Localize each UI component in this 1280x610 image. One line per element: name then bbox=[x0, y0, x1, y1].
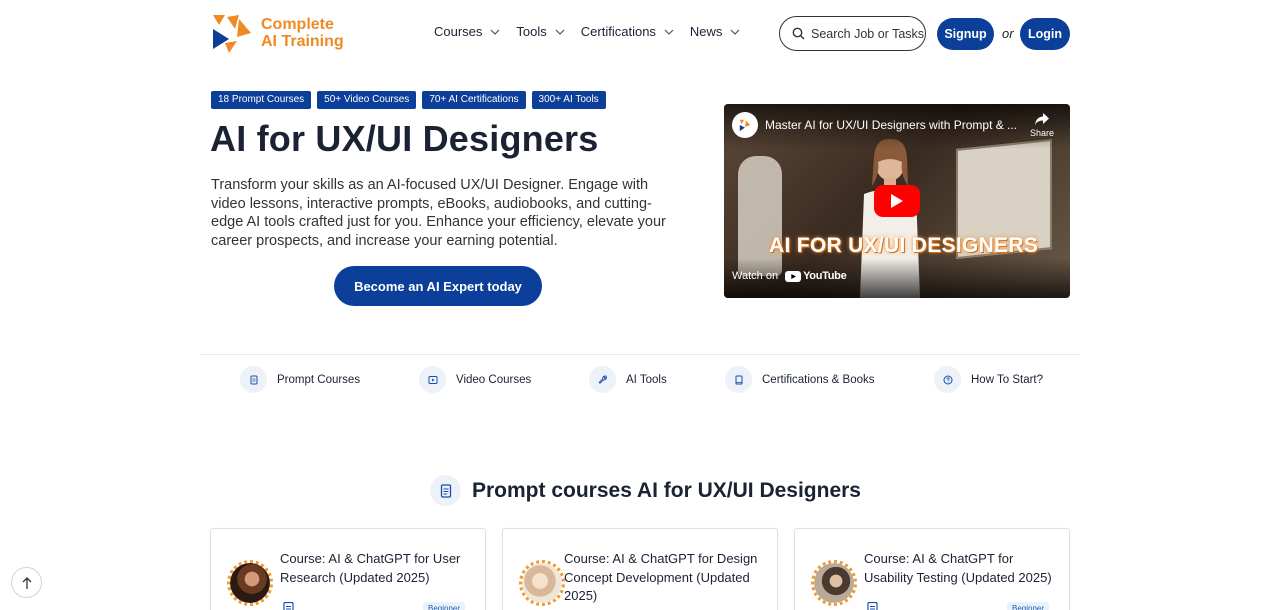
prompt-courses-heading: Prompt courses AI for UX/UI Designers bbox=[430, 475, 861, 506]
quicklink-icon-wrap bbox=[589, 366, 616, 393]
chevron-down-icon bbox=[555, 29, 565, 35]
or-separator: or bbox=[1002, 26, 1014, 41]
wrench-icon bbox=[598, 375, 607, 384]
nav-item-news[interactable]: News bbox=[690, 24, 741, 39]
course-avatar-image bbox=[814, 563, 854, 603]
brand-line-1: Complete bbox=[261, 16, 334, 33]
quicklink-ai-tools[interactable]: AI Tools bbox=[589, 366, 667, 393]
badge-ai-certifications[interactable]: 70+ AI Certifications bbox=[422, 91, 526, 109]
watch-on-youtube[interactable]: Watch on YouTube bbox=[732, 270, 847, 282]
document-icon bbox=[440, 483, 451, 498]
hero-description: Transform your skills as an AI-focused U… bbox=[211, 177, 666, 249]
quicklink-label: AI Tools bbox=[626, 373, 667, 386]
course-title[interactable]: Course: AI & ChatGPT for Design Concept … bbox=[564, 550, 759, 606]
section-icon-wrap bbox=[430, 475, 461, 506]
quicklink-icon-wrap bbox=[419, 366, 446, 393]
course-avatar-image bbox=[522, 563, 562, 603]
page-title: AI for UX/UI Designers bbox=[210, 118, 599, 159]
video-player[interactable]: Master AI for UX/UI Designers with Promp… bbox=[724, 104, 1070, 298]
badge-ai-tools[interactable]: 300+ AI Tools bbox=[531, 91, 606, 109]
nav-item-courses[interactable]: Courses bbox=[434, 24, 500, 39]
quicklink-prompt-courses[interactable]: Prompt Courses bbox=[240, 366, 360, 393]
course-title[interactable]: Course: AI & ChatGPT for User Research (… bbox=[280, 550, 475, 587]
course-avatar bbox=[227, 560, 273, 606]
quicklink-video-courses[interactable]: Video Courses bbox=[419, 366, 531, 393]
course-card[interactable]: Course: AI & ChatGPT for Design Concept … bbox=[502, 528, 778, 610]
document-icon bbox=[250, 375, 257, 384]
share-button[interactable]: Share bbox=[1026, 112, 1058, 138]
quicklink-certifications-books[interactable]: Certifications & Books bbox=[725, 366, 875, 393]
watch-on-label: Watch on bbox=[732, 270, 779, 282]
quicklink-icon-wrap bbox=[240, 366, 267, 393]
site-header: Complete AI Training Courses Tools Certi… bbox=[0, 0, 1280, 68]
channel-avatar[interactable] bbox=[732, 112, 758, 138]
main-nav: Courses Tools Certifications News bbox=[434, 24, 756, 39]
search-button[interactable]: Search Job or Tasks bbox=[779, 16, 926, 51]
section-title: Prompt courses AI for UX/UI Designers bbox=[472, 478, 861, 502]
nav-item-label: News bbox=[689, 24, 723, 39]
video-title[interactable]: Master AI for UX/UI Designers with Promp… bbox=[765, 118, 1017, 132]
document-icon bbox=[867, 602, 878, 610]
badge-video-courses[interactable]: 50+ Video Courses bbox=[317, 91, 417, 109]
course-avatar-image bbox=[230, 563, 270, 603]
arrow-up-icon bbox=[22, 576, 31, 589]
become-expert-button[interactable]: Become an AI Expert today bbox=[334, 266, 542, 306]
login-button[interactable]: Login bbox=[1020, 18, 1070, 50]
badge-prompt-courses[interactable]: 18 Prompt Courses bbox=[211, 91, 312, 109]
youtube-logo: YouTube bbox=[785, 270, 847, 282]
chevron-down-icon bbox=[731, 29, 740, 35]
signup-button[interactable]: Signup bbox=[937, 18, 994, 50]
quick-links: Prompt Courses Video Courses AI Tools Ce… bbox=[0, 366, 1280, 394]
nav-item-label: Tools bbox=[516, 24, 547, 39]
search-icon bbox=[792, 27, 805, 40]
youtube-icon bbox=[785, 270, 802, 282]
share-icon bbox=[1035, 113, 1049, 125]
channel-logo-icon bbox=[739, 119, 751, 132]
quicklink-icon-wrap bbox=[725, 366, 752, 393]
brand-line-2: AI Training bbox=[261, 33, 344, 50]
level-badge: Beginner bbox=[423, 602, 466, 610]
quicklink-label: How To Start? bbox=[971, 373, 1044, 386]
brand-logo[interactable]: Complete AI Training bbox=[211, 12, 351, 54]
question-icon bbox=[943, 375, 952, 384]
hero-badges: 18 Prompt Courses 50+ Video Courses 70+ … bbox=[211, 91, 612, 109]
book-icon bbox=[735, 375, 742, 384]
chevron-down-icon bbox=[664, 29, 674, 35]
nav-item-certifications[interactable]: Certifications bbox=[581, 24, 674, 39]
nav-item-tools[interactable]: Tools bbox=[516, 24, 565, 39]
play-button[interactable] bbox=[874, 185, 920, 217]
logo-mark-icon bbox=[213, 14, 251, 53]
level-badge: Beginner bbox=[1007, 602, 1050, 610]
quicklink-label: Prompt Courses bbox=[277, 373, 361, 386]
video-overlay-text: AI FOR UX/UI DESIGNERS bbox=[769, 234, 1039, 257]
play-icon bbox=[891, 194, 903, 208]
back-to-top-button[interactable] bbox=[11, 567, 42, 598]
brand-name: Complete AI Training bbox=[261, 16, 344, 50]
course-avatar bbox=[811, 560, 857, 606]
nav-item-label: Courses bbox=[434, 24, 483, 39]
document-icon bbox=[283, 602, 294, 610]
quicklink-label: Video Courses bbox=[456, 373, 532, 386]
chevron-down-icon bbox=[490, 29, 500, 35]
course-avatar bbox=[519, 560, 565, 606]
section-divider bbox=[200, 354, 1080, 355]
course-title[interactable]: Course: AI & ChatGPT for Usability Testi… bbox=[864, 550, 1059, 587]
quicklink-label: Certifications & Books bbox=[762, 373, 875, 386]
quicklink-icon-wrap bbox=[934, 366, 961, 393]
search-label: Search Job or Tasks bbox=[811, 26, 925, 41]
youtube-label: YouTube bbox=[803, 270, 847, 282]
course-card[interactable]: Course: AI & ChatGPT for User Research (… bbox=[210, 528, 486, 610]
quicklink-how-to-start[interactable]: How To Start? bbox=[934, 366, 1043, 393]
play-icon bbox=[428, 375, 437, 384]
nav-item-label: Certifications bbox=[580, 24, 656, 39]
course-card[interactable]: Course: AI & ChatGPT for Usability Testi… bbox=[794, 528, 1070, 610]
share-label: Share bbox=[1029, 128, 1055, 138]
